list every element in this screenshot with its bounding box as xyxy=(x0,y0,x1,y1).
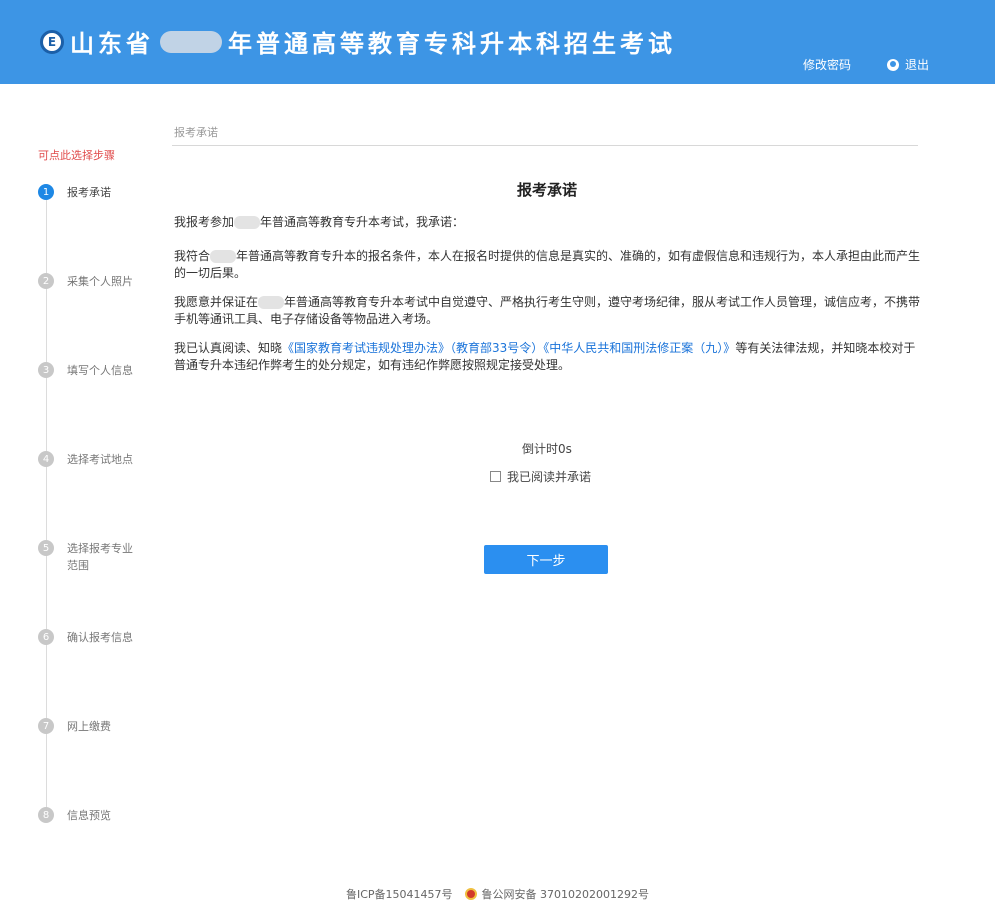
step-label: 信息预览 xyxy=(67,809,111,822)
pledge-intro-b: 年普通高等教育专升本考试，我承诺： xyxy=(260,215,465,229)
change-password-link[interactable]: 修改密码 xyxy=(803,56,851,73)
next-step-button[interactable]: 下一步 xyxy=(484,545,608,574)
step-item-2[interactable]: 2 采集个人照片 xyxy=(38,273,147,290)
pledge-paragraph-3: 我已认真阅读、知晓《国家教育考试违规处理办法》（教育部33号令）《中华人民共和国… xyxy=(174,340,922,374)
step-number: 6 xyxy=(38,629,54,645)
step-item-1[interactable]: 1 报考承诺 xyxy=(38,184,147,201)
header-actions: 修改密码 退出 xyxy=(803,56,929,73)
step-label: 确认报考信息 xyxy=(67,631,133,644)
step-label: 选择报考专业范围 xyxy=(67,542,133,572)
logout-link[interactable]: 退出 xyxy=(886,56,929,73)
step-label: 报考承诺 xyxy=(67,186,111,199)
step-label: 采集个人照片 xyxy=(67,275,133,288)
breadcrumb: 报考承诺 xyxy=(174,126,218,139)
step-label: 选择考试地点 xyxy=(67,453,133,466)
step-label: 填写个人信息 xyxy=(67,364,133,377)
agree-checkbox[interactable] xyxy=(490,471,501,482)
site-title: 山东省 年普通高等教育专科升本科招生考试 xyxy=(70,24,676,59)
pledge-paragraph-1: 我符合 年普通高等教育专升本的报名条件，本人在报名时提供的信息是真实的、准确的，如… xyxy=(174,248,922,282)
criminal-law-link[interactable]: 《中华人民共和国刑法修正案（九）》 xyxy=(543,341,735,355)
agree-checkbox-row[interactable]: 我已阅读并承诺 xyxy=(490,468,591,485)
user-icon xyxy=(886,58,899,71)
pledge-intro: 我报考参加 年普通高等教育专升本考试，我承诺： xyxy=(174,214,922,231)
step-number: 7 xyxy=(38,718,54,734)
step-item-4[interactable]: 4 选择考试地点 xyxy=(38,451,147,468)
police-badge-icon xyxy=(464,888,477,900)
site-brand: E 山东省 年普通高等教育专科升本科招生考试 xyxy=(40,24,676,59)
police-record-link[interactable]: 鲁公网安备 37010202001292号 xyxy=(482,886,649,902)
step-number: 5 xyxy=(38,540,54,556)
step-item-6[interactable]: 6 确认报考信息 xyxy=(38,629,147,646)
redacted-year xyxy=(160,30,222,53)
pledge-p1-b: 年普通高等教育专升本的报名条件，本人在报名时提供的信息是真实的、准确的，如有虚假… xyxy=(174,249,921,280)
step-item-7[interactable]: 7 网上缴费 xyxy=(38,718,147,735)
step-item-3[interactable]: 3 填写个人信息 xyxy=(38,362,147,379)
agree-label: 我已阅读并承诺 xyxy=(507,470,592,484)
pledge-p1-a: 我符合 xyxy=(174,249,211,263)
logout-label: 退出 xyxy=(904,58,929,72)
pledge-p3-a: 我已认真阅读、知晓 xyxy=(174,341,283,355)
breadcrumb-divider xyxy=(172,145,918,146)
top-header: E 山东省 年普通高等教育专科升本科招生考试 修改密码 退出 xyxy=(0,0,995,84)
page-title: 报考承诺 xyxy=(516,181,577,199)
redacted-year xyxy=(258,296,285,309)
redacted-year xyxy=(234,216,261,229)
countdown-timer: 倒计时0s xyxy=(522,442,572,456)
step-item-8[interactable]: 8 信息预览 xyxy=(38,807,147,824)
step-number: 3 xyxy=(38,362,54,378)
regulation-link[interactable]: 《国家教育考试违规处理办法》（教育部33号令） xyxy=(282,341,543,355)
icp-record-link[interactable]: 鲁ICP备15041457号 xyxy=(346,886,453,902)
step-number: 4 xyxy=(38,451,54,467)
step-label: 网上缴费 xyxy=(67,720,111,733)
pledge-p2-b: 年普通高等教育专升本考试中自觉遵守、严格执行考生守则，遵守考场纪律，服从考试工作… xyxy=(174,295,921,326)
site-title-prefix: 山东省 xyxy=(70,29,154,58)
pledge-intro-a: 我报考参加 xyxy=(174,215,235,229)
site-title-suffix: 年普通高等教育专科升本科招生考试 xyxy=(228,29,676,58)
step-item-5[interactable]: 5 选择报考专业范围 xyxy=(38,540,139,574)
redacted-year xyxy=(210,250,237,263)
pledge-paragraph-2: 我愿意并保证在 年普通高等教育专升本考试中自觉遵守、严格执行考生守则，遵守考场纪律… xyxy=(174,294,922,328)
footer: 鲁ICP备15041457号 鲁公网安备 37010202001292号 xyxy=(0,886,995,902)
step-number: 8 xyxy=(38,807,54,823)
pledge-p2-a: 我愿意并保证在 xyxy=(174,295,259,309)
step-number: 1 xyxy=(38,184,54,200)
step-number: 2 xyxy=(38,273,54,289)
step-hint: 可点此选择步骤 xyxy=(38,149,115,162)
exam-logo-icon: E xyxy=(40,29,64,54)
